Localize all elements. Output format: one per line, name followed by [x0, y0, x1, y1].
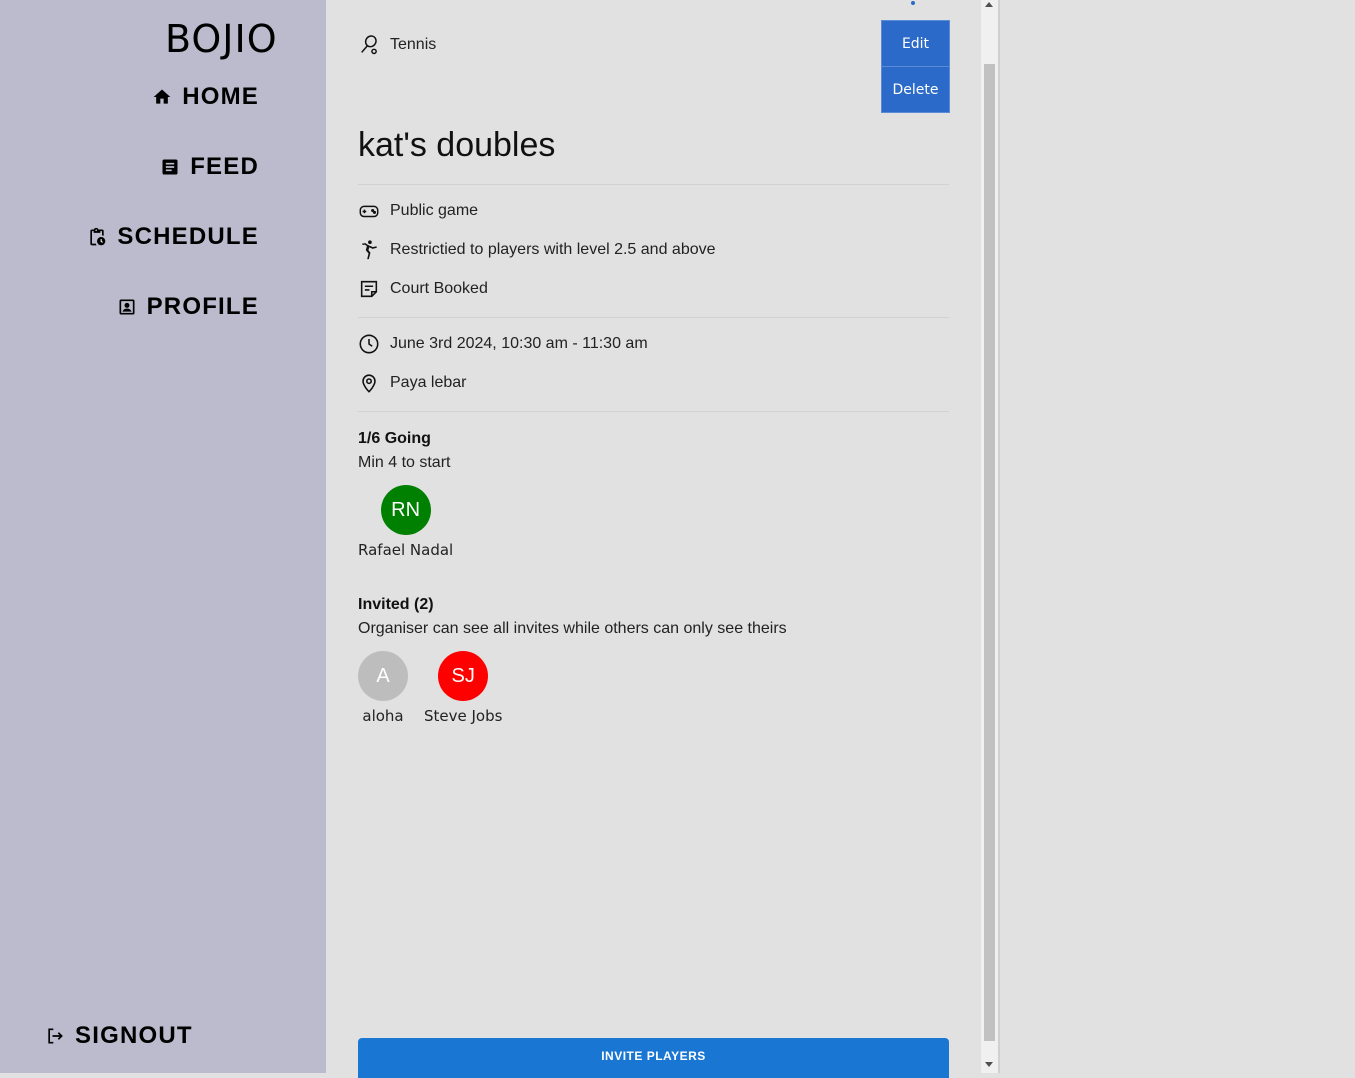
booking-row: Court Booked: [358, 278, 488, 300]
edit-button[interactable]: Edit: [881, 20, 950, 67]
nav-profile-label: PROFILE: [146, 293, 259, 320]
nav-schedule[interactable]: SCHEDULE: [87, 223, 259, 251]
profile-icon: [119, 299, 135, 315]
going-count: 1/6 Going: [358, 430, 431, 447]
sport-row: Tennis: [358, 34, 436, 56]
tennis-racket-icon: [361, 35, 377, 55]
going-minimum: Min 4 to start: [358, 454, 451, 471]
note-icon: [360, 280, 378, 298]
invite-players-button[interactable]: INVITE PLAYERS: [358, 1038, 949, 1078]
logout-icon: [48, 1028, 63, 1044]
divider: [358, 184, 949, 185]
player-name: Steve Jobs: [424, 707, 503, 725]
brand-logo[interactable]: BOJIO: [165, 17, 278, 61]
player-name: Rafael Nadal: [358, 541, 454, 559]
home-icon: [153, 89, 171, 104]
invited-player[interactable]: SJ Steve Jobs: [424, 651, 502, 725]
clock-icon: [359, 334, 379, 354]
avatar: RN: [380, 485, 431, 535]
going-player[interactable]: RN Rafael Nadal: [358, 485, 453, 559]
avatar: SJ: [438, 651, 489, 701]
more-options-icon[interactable]: [910, 0, 916, 10]
scrollbar[interactable]: [981, 0, 998, 1073]
schedule-icon: [90, 227, 106, 246]
athlete-kick-icon: [362, 240, 377, 260]
restriction-row: Restrictied to players with level 2.5 an…: [358, 239, 716, 261]
nav-schedule-label: SCHEDULE: [117, 223, 259, 250]
divider: [358, 317, 949, 318]
signout-label: SIGNOUT: [75, 1022, 193, 1049]
nav-profile[interactable]: PROFILE: [117, 293, 259, 321]
scrollbar-thumb[interactable]: [984, 64, 995, 1041]
player-name: aloha: [362, 707, 404, 725]
feed-icon: [162, 159, 178, 175]
game-title: kat's doubles: [358, 126, 556, 164]
location-row: Paya lebar: [358, 372, 467, 394]
location-pin-icon: [362, 374, 376, 393]
location-label: Paya lebar: [390, 374, 467, 391]
invited-player[interactable]: A aloha: [358, 651, 408, 725]
nav-feed[interactable]: FEED: [160, 153, 259, 181]
scroll-down-arrow-icon[interactable]: [985, 1062, 993, 1067]
datetime-row: June 3rd 2024, 10:30 am - 11:30 am: [358, 333, 648, 355]
sidebar: BOJIO HOME FEED SCHEDULE PROFILE SIGNOUT: [0, 0, 326, 1073]
delete-button[interactable]: Delete: [881, 66, 950, 113]
divider: [358, 411, 949, 412]
signout-button[interactable]: SIGNOUT: [45, 1022, 193, 1050]
game-details-panel: Tennis Edit Delete kat's doubles Public …: [326, 0, 981, 1078]
datetime-label: June 3rd 2024, 10:30 am - 11:30 am: [390, 335, 648, 352]
invited-note: Organiser can see all invites while othe…: [358, 620, 787, 637]
panel-border: [998, 0, 1000, 1073]
invited-count: Invited (2): [358, 596, 434, 613]
nav-feed-label: FEED: [190, 153, 259, 180]
avatar: A: [358, 651, 408, 701]
booking-label: Court Booked: [390, 280, 488, 297]
nav-home-label: HOME: [182, 83, 259, 110]
gamepad-icon: [359, 205, 379, 218]
nav-home[interactable]: HOME: [152, 83, 259, 111]
visibility-label: Public game: [390, 202, 479, 219]
restriction-label: Restrictied to players with level 2.5 an…: [390, 241, 716, 258]
visibility-row: Public game: [358, 200, 478, 222]
sport-label: Tennis: [390, 36, 437, 53]
scroll-up-arrow-icon[interactable]: [985, 2, 993, 7]
